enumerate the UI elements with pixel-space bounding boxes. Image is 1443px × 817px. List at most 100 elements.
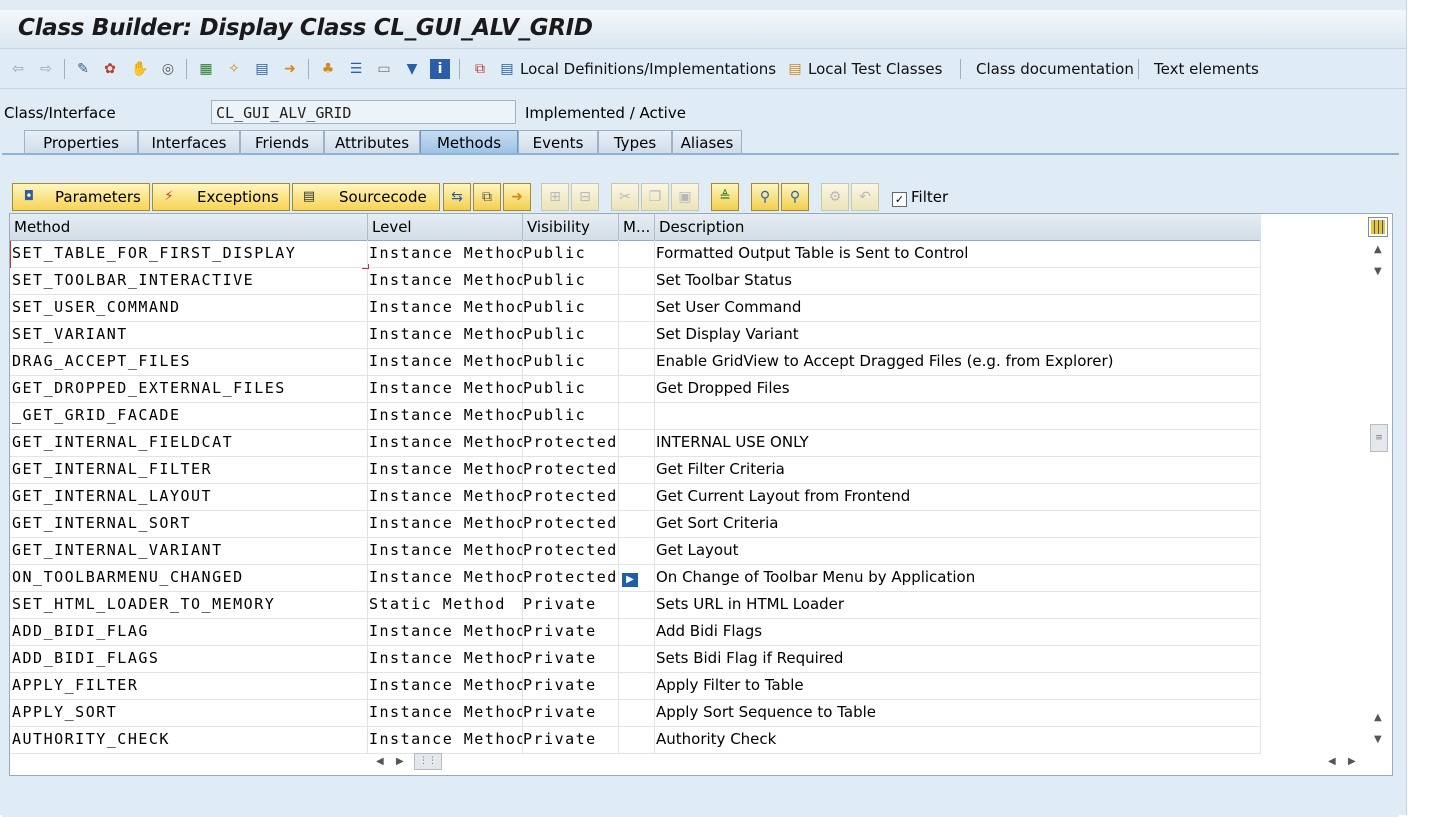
method-cell[interactable]: ADD_BIDI_FLAGS (10, 645, 368, 672)
class-documentation-button[interactable]: Class documentation (976, 60, 1134, 78)
tab-friends[interactable]: Friends (240, 130, 324, 154)
modeled-cell[interactable] (619, 429, 655, 456)
table-row[interactable]: GET_INTERNAL_FIELDCAT Instance Method Prot… (10, 429, 1261, 457)
exceptions-button[interactable]: ⚡ Exceptions (152, 183, 290, 211)
paste-icon[interactable]: ▣ (671, 183, 699, 211)
level-cell[interactable]: Instance Method (368, 348, 523, 375)
description-cell[interactable]: On Change of Toolbar Menu by Application (655, 564, 1261, 591)
column-header-visibility[interactable]: Visibility (523, 214, 619, 240)
filter-icon[interactable]: ▼ (402, 59, 422, 79)
description-cell[interactable]: Get Sort Criteria (655, 510, 1261, 537)
filter-checkbox[interactable]: ✓ Filter (892, 188, 948, 207)
table-row[interactable]: GET_INTERNAL_SORT Instance Method Protecte… (10, 510, 1261, 538)
move-method-icon[interactable]: ➜ (503, 183, 531, 211)
level-cell[interactable]: Instance Method (368, 510, 523, 537)
find-next-icon[interactable]: ⚲ (781, 183, 809, 211)
description-cell[interactable]: Sets URL in HTML Loader (655, 591, 1261, 618)
copy-method-icon[interactable]: ⧉ (473, 183, 501, 211)
scroll-right-small-icon[interactable]: ▶ (396, 756, 404, 767)
level-cell[interactable]: Instance Method (368, 564, 523, 591)
visibility-cell[interactable]: Public (523, 402, 619, 429)
method-cell[interactable]: SET_HTML_LOADER_TO_MEMORY (10, 591, 368, 618)
undo-icon[interactable]: ↶ (851, 183, 879, 211)
modeled-cell[interactable] (619, 510, 655, 537)
table-row[interactable]: ADD_BIDI_FLAGS Instance Method Private Sets… (10, 645, 1261, 673)
description-cell[interactable]: Set User Command (655, 294, 1261, 321)
modeled-cell[interactable] (619, 483, 655, 510)
forward-arrow-icon[interactable]: ⇨ (36, 59, 56, 79)
other-object-icon[interactable]: ✎ (73, 59, 93, 79)
level-cell[interactable]: Instance Method (368, 456, 523, 483)
level-cell[interactable]: Instance Method (368, 699, 523, 726)
level-cell[interactable]: Instance Method (368, 429, 523, 456)
modeled-cell[interactable] (619, 699, 655, 726)
local-definitions-button[interactable]: Local Definitions/Implementations (520, 60, 776, 78)
table-row[interactable]: GET_INTERNAL_LAYOUT Instance Method Protec… (10, 483, 1261, 511)
table-row[interactable]: DRAG_ACCEPT_FILES Instance Method Public En… (10, 348, 1261, 376)
visibility-cell[interactable]: Private (523, 591, 619, 618)
method-cell[interactable]: GET_INTERNAL_FIELDCAT (10, 429, 368, 456)
method-cell[interactable]: ADD_BIDI_FLAG (10, 618, 368, 645)
level-cell[interactable]: Instance Method (368, 294, 523, 321)
horizontal-scrollbar[interactable]: ◀ ▶ ⋮⋮ ◀ ▶ (366, 751, 1366, 773)
where-used-icon[interactable]: ▤ (252, 59, 272, 79)
table-row[interactable]: GET_INTERNAL_FILTER Instance Method Protec… (10, 456, 1261, 484)
test-icon[interactable]: ▦ (196, 59, 216, 79)
copy-icon[interactable]: ❐ (641, 183, 669, 211)
back-arrow-icon[interactable]: ⇦ (8, 59, 28, 79)
object-list-icon[interactable]: ✧ (224, 59, 244, 79)
visibility-cell[interactable]: Private (523, 618, 619, 645)
level-cell[interactable]: Instance Method (368, 240, 523, 267)
method-cell[interactable]: ON_TOOLBARMENU_CHANGED (10, 564, 368, 591)
visibility-cell[interactable]: Private (523, 699, 619, 726)
page-left-icon[interactable]: ◀ (1328, 756, 1336, 767)
modeled-cell[interactable] (619, 294, 655, 321)
visibility-cell[interactable]: Private (523, 672, 619, 699)
modeled-cell[interactable] (619, 537, 655, 564)
scroll-left-icon[interactable]: ◀ (376, 756, 384, 767)
superclass-icon[interactable]: ☰ (346, 59, 366, 79)
table-row[interactable]: APPLY_FILTER Instance Method Private Apply … (10, 672, 1261, 700)
grid-layout-icon[interactable] (1368, 217, 1388, 237)
description-cell[interactable] (655, 402, 1261, 429)
description-cell[interactable]: Get Current Layout from Frontend (655, 483, 1261, 510)
description-cell[interactable]: Set Display Variant (655, 321, 1261, 348)
modeled-cell[interactable] (619, 240, 655, 267)
tab-events[interactable]: Events (518, 130, 598, 154)
page-up-icon[interactable]: ▲ (1374, 712, 1382, 723)
visibility-cell[interactable]: Public (523, 240, 619, 267)
description-cell[interactable]: Get Layout (655, 537, 1261, 564)
level-cell[interactable]: Instance Method (368, 645, 523, 672)
sort-icon[interactable]: ≜ (711, 183, 739, 211)
insert-row-icon[interactable]: ⊞ (541, 183, 569, 211)
settings-icon[interactable]: ⚙ (821, 183, 849, 211)
scroll-bottom-icon[interactable]: ▼ (1374, 734, 1382, 745)
table-row[interactable]: SET_HTML_LOADER_TO_MEMORY Static Method Pr… (10, 591, 1261, 619)
description-cell[interactable]: Get Dropped Files (655, 375, 1261, 402)
method-cell[interactable]: APPLY_FILTER (10, 672, 368, 699)
method-cell[interactable]: _GET_GRID_FACADE (10, 402, 368, 429)
info-icon[interactable]: i (430, 59, 450, 79)
level-cell[interactable]: Instance Method (368, 402, 523, 429)
method-cell[interactable]: SET_VARIANT (10, 321, 368, 348)
visibility-cell[interactable]: Protected (523, 537, 619, 564)
hierarchy-icon[interactable]: ♣ (318, 59, 338, 79)
table-row[interactable]: GET_INTERNAL_VARIANT Instance Method Prote… (10, 537, 1261, 565)
method-cell[interactable]: GET_INTERNAL_VARIANT (10, 537, 368, 564)
scroll-up-icon[interactable]: ▲ (1374, 244, 1382, 255)
level-cell[interactable]: Instance Method (368, 321, 523, 348)
navigate-icon[interactable]: ➜ (280, 59, 300, 79)
method-cell[interactable]: DRAG_ACCEPT_FILES (10, 348, 368, 375)
description-cell[interactable]: Set Toolbar Status (655, 267, 1261, 294)
modeled-cell[interactable] (619, 402, 655, 429)
method-cell[interactable]: SET_USER_COMMAND (10, 294, 368, 321)
method-cell[interactable]: GET_INTERNAL_FILTER (10, 456, 368, 483)
level-cell[interactable]: Static Method (368, 591, 523, 618)
visibility-cell[interactable]: Private (523, 726, 619, 753)
modeled-cell[interactable]: ▶ (619, 564, 655, 591)
level-cell[interactable]: Instance Method (368, 267, 523, 294)
tab-attributes[interactable]: Attributes (324, 130, 420, 154)
modeled-cell[interactable] (619, 348, 655, 375)
modeled-cell[interactable] (619, 375, 655, 402)
modeled-cell[interactable] (619, 672, 655, 699)
